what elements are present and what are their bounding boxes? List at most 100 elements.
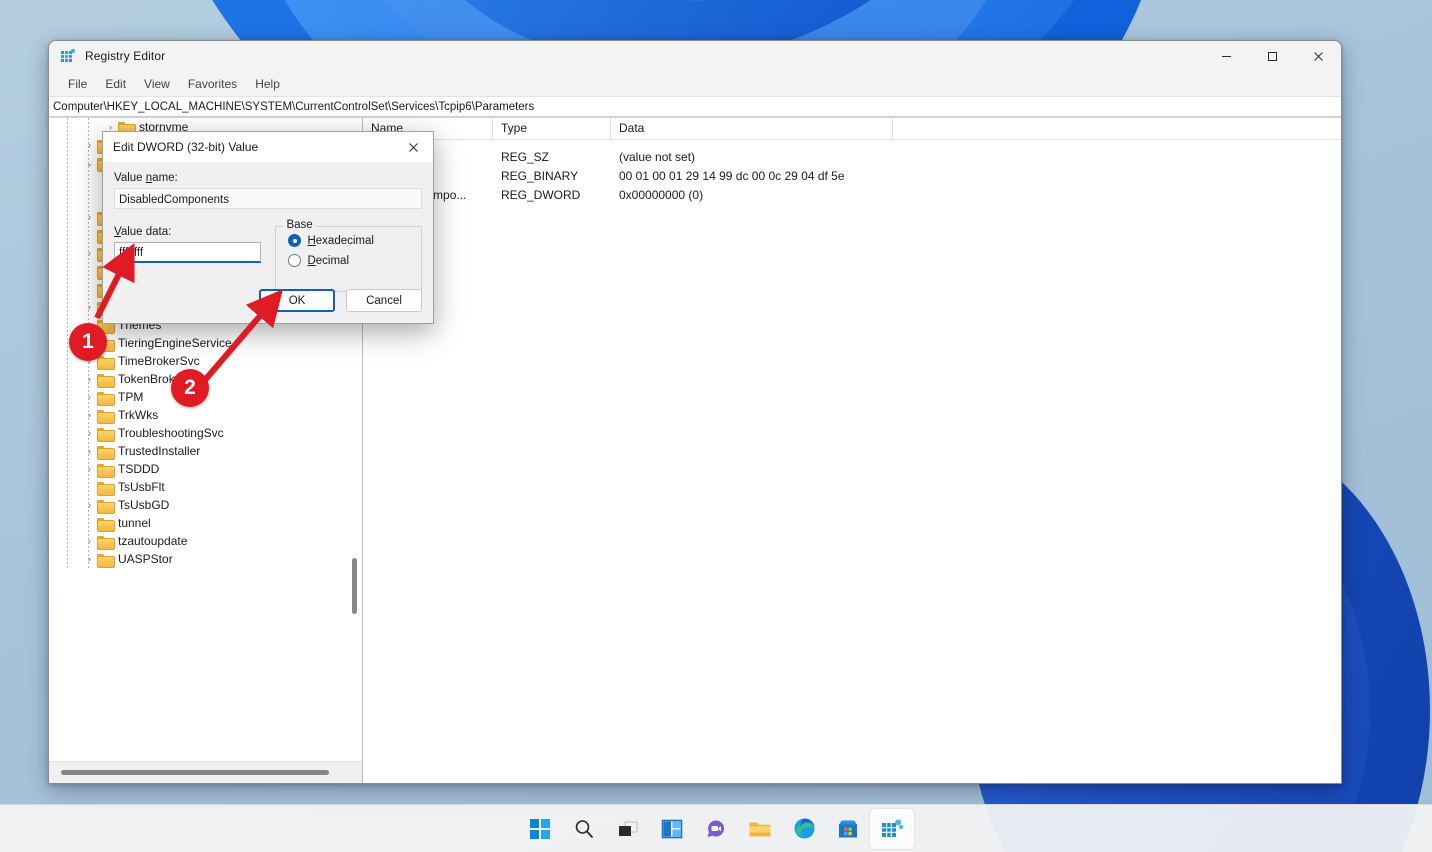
tree-item-label: TsUsbFlt <box>118 480 165 494</box>
cancel-button[interactable]: Cancel <box>346 289 422 312</box>
tree-item-trustedinstaller[interactable]: › TrustedInstaller <box>49 442 362 460</box>
tree-item-label: UASPStor <box>118 552 173 566</box>
file-explorer-icon[interactable] <box>738 809 782 849</box>
chevron-right-icon[interactable]: › <box>82 406 97 424</box>
folder-icon <box>97 409 115 424</box>
base-group: Base Hexadecimal Decimal <box>275 219 422 292</box>
tree-horizontal-scrollbar[interactable] <box>49 761 362 783</box>
close-button[interactable] <box>1295 41 1341 71</box>
tree-item-tpm[interactable]: › TPM <box>49 388 362 406</box>
radio-decimal-dot <box>288 254 302 267</box>
table-row[interactable]: DisabledCompo...REG_DWORD0x00000000 (0) <box>363 185 1341 204</box>
chevron-right-icon[interactable]: › <box>82 532 97 550</box>
values-header-row: Name Type Data <box>363 118 1341 140</box>
menu-file[interactable]: File <box>59 74 96 94</box>
tree-item-tzautoupdate[interactable]: › tzautoupdate <box>49 532 362 550</box>
folder-icon <box>97 553 115 568</box>
value-data-cell: 00 01 00 01 29 14 99 dc 00 0c 29 04 df 5… <box>619 168 845 183</box>
menu-favorites[interactable]: Favorites <box>179 74 246 94</box>
tree-item-tsusbgd[interactable]: › TsUsbGD <box>49 496 362 514</box>
window-controls <box>1203 41 1341 71</box>
chevron-right-icon[interactable]: › <box>82 424 97 442</box>
chevron-right-icon[interactable]: › <box>82 460 97 478</box>
folder-icon <box>97 535 115 550</box>
value-type-cell: REG_BINARY <box>501 168 579 183</box>
chevron-right-icon[interactable]: › <box>82 208 97 226</box>
table-row[interactable]: (Default)REG_SZ(value not set) <box>363 147 1341 166</box>
tree-item-label: TsUsbGD <box>118 498 170 512</box>
tree-item-label: TPM <box>118 390 144 404</box>
value-name-label: Value name: <box>114 172 178 184</box>
chat-icon[interactable] <box>694 809 738 849</box>
menu-bar: File Edit View Favorites Help <box>49 71 1341 96</box>
tree-item-tunnel[interactable]: tunnel <box>49 514 362 532</box>
chevron-right-icon[interactable]: › <box>82 442 97 460</box>
menu-edit[interactable]: Edit <box>96 74 135 94</box>
address-bar[interactable]: Computer\HKEY_LOCAL_MACHINE\SYSTEM\Curre… <box>49 96 1341 117</box>
values-list: (Default)REG_SZ(value not set)GUIDREG_BI… <box>363 140 1341 204</box>
column-header-filler <box>893 118 1341 139</box>
minimize-button[interactable] <box>1203 41 1249 71</box>
tree-item-label: TrustedInstaller <box>118 444 201 458</box>
chevron-right-icon[interactable]: › <box>82 496 97 514</box>
widgets-icon[interactable] <box>650 809 694 849</box>
ok-button[interactable]: OK <box>259 289 335 312</box>
tree-item-tsusbflt[interactable]: TsUsbFlt <box>49 478 362 496</box>
chevron-right-icon[interactable]: › <box>82 352 97 370</box>
tree-item-timebrokersvc[interactable]: › TimeBrokerSvc <box>49 352 362 370</box>
column-header-type[interactable]: Type <box>493 118 611 139</box>
folder-icon <box>97 337 115 352</box>
tree-item-troubleshootingsvc[interactable]: › TroubleshootingSvc <box>49 424 362 442</box>
column-header-data[interactable]: Data <box>611 118 893 139</box>
tree-hscroll-thumb[interactable] <box>61 770 329 775</box>
task-view-icon[interactable] <box>606 809 650 849</box>
edit-dword-dialog: Edit DWORD (32-bit) Value Value name: Di… <box>102 131 434 324</box>
chevron-down-icon[interactable]: ⌄ <box>82 154 97 172</box>
folder-icon <box>97 463 115 478</box>
radio-decimal[interactable]: Decimal <box>288 254 421 267</box>
chevron-right-icon[interactable]: › <box>82 136 97 154</box>
value-data-label: Value data: <box>114 226 172 238</box>
folder-icon <box>97 373 115 388</box>
taskbar <box>0 804 1432 852</box>
tree-item-uaspstor[interactable]: › UASPStor <box>49 550 362 568</box>
chevron-right-icon[interactable]: › <box>82 298 97 316</box>
chevron-right-icon[interactable]: › <box>82 244 97 262</box>
tree-item-label: TroubleshootingSvc <box>118 426 224 440</box>
tree-scroll-thumb[interactable] <box>352 558 357 614</box>
dialog-row-data-base: Value data: ffffffff Base Hexadecimal De… <box>114 219 422 292</box>
value-name-input[interactable]: DisabledComponents <box>114 188 422 209</box>
address-path: Computer\HKEY_LOCAL_MACHINE\SYSTEM\Curre… <box>53 100 535 113</box>
microsoft-store-icon[interactable] <box>826 809 870 849</box>
menu-view[interactable]: View <box>135 74 179 94</box>
menu-help[interactable]: Help <box>246 74 289 94</box>
tree-item-tokenbroker[interactable]: › TokenBroker <box>49 370 362 388</box>
tree-item-tsddd[interactable]: › TSDDD <box>49 460 362 478</box>
table-row[interactable]: GUIDREG_BINARY00 01 00 01 29 14 99 dc 00… <box>363 166 1341 185</box>
tree-item-label: TSDDD <box>118 462 160 476</box>
search-icon[interactable] <box>562 809 606 849</box>
registry-editor-taskbar-icon[interactable] <box>870 808 914 849</box>
chevron-right-icon[interactable]: › <box>82 370 97 388</box>
start-icon[interactable] <box>518 809 562 849</box>
chevron-right-icon[interactable]: › <box>82 388 97 406</box>
dialog-close-icon[interactable] <box>393 132 433 162</box>
folder-icon <box>97 517 115 532</box>
chevron-right-icon[interactable]: › <box>82 550 97 568</box>
tree-item-trkwks[interactable]: › TrkWks <box>49 406 362 424</box>
radio-hexadecimal-dot <box>288 234 302 247</box>
registry-editor-icon <box>60 48 76 64</box>
edge-icon[interactable] <box>782 809 826 849</box>
folder-icon <box>97 481 115 496</box>
tree-item-tieringengineservice[interactable]: TieringEngineService <box>49 334 362 352</box>
value-data-input[interactable]: ffffffff <box>114 242 262 263</box>
dialog-button-row: OK Cancel <box>259 289 422 312</box>
tree-item-label: TokenBroker <box>118 372 186 386</box>
tree-item-label: tunnel <box>118 516 151 530</box>
chevron-right-icon[interactable]: › <box>82 316 97 334</box>
dialog-titlebar: Edit DWORD (32-bit) Value <box>103 132 433 162</box>
value-data-cell: (value not set) <box>619 149 696 164</box>
radio-hexadecimal[interactable]: Hexadecimal <box>288 234 421 247</box>
maximize-button[interactable] <box>1249 41 1295 71</box>
